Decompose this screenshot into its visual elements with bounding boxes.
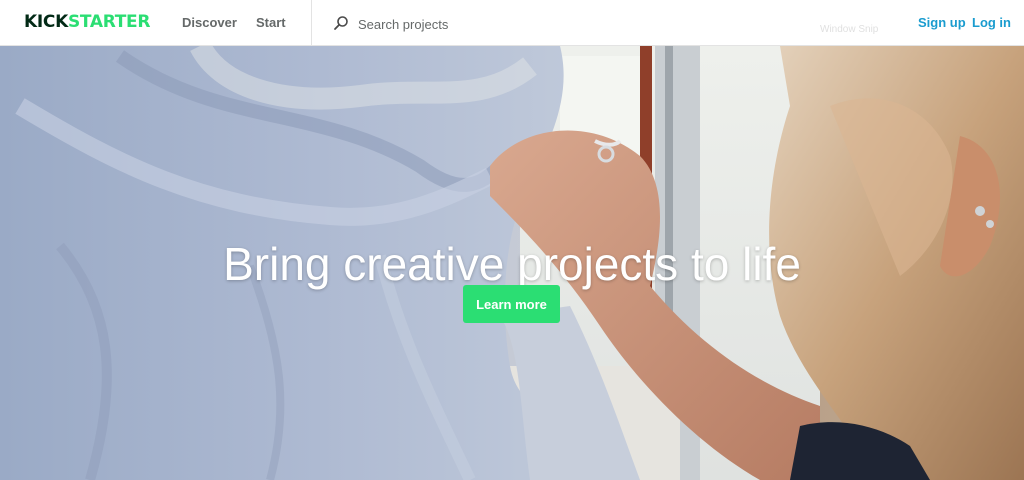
search-icon[interactable] (333, 15, 349, 31)
hero-title: Bring creative projects to life (223, 237, 801, 290)
window-snip-overlay: Window Snip (820, 24, 879, 35)
logo-part-kick: KICK (24, 12, 68, 32)
header-divider (311, 0, 312, 46)
logo-part-starter: STARTER (67, 12, 151, 32)
sign-up-link[interactable]: Sign up (918, 15, 966, 31)
log-in-link[interactable]: Log in (972, 15, 1011, 31)
search-input[interactable] (356, 12, 660, 36)
kickstarter-logo[interactable]: KICKSTARTER (24, 12, 150, 32)
learn-more-button[interactable]: Learn more (463, 285, 560, 323)
nav-start-link[interactable]: Start (256, 15, 286, 31)
top-navigation-bar: KICKSTARTER Discover Start Window Snip S… (0, 0, 1024, 46)
nav-discover-link[interactable]: Discover (182, 15, 237, 31)
hero-banner: Bring creative projects to life Learn mo… (0, 46, 1024, 480)
